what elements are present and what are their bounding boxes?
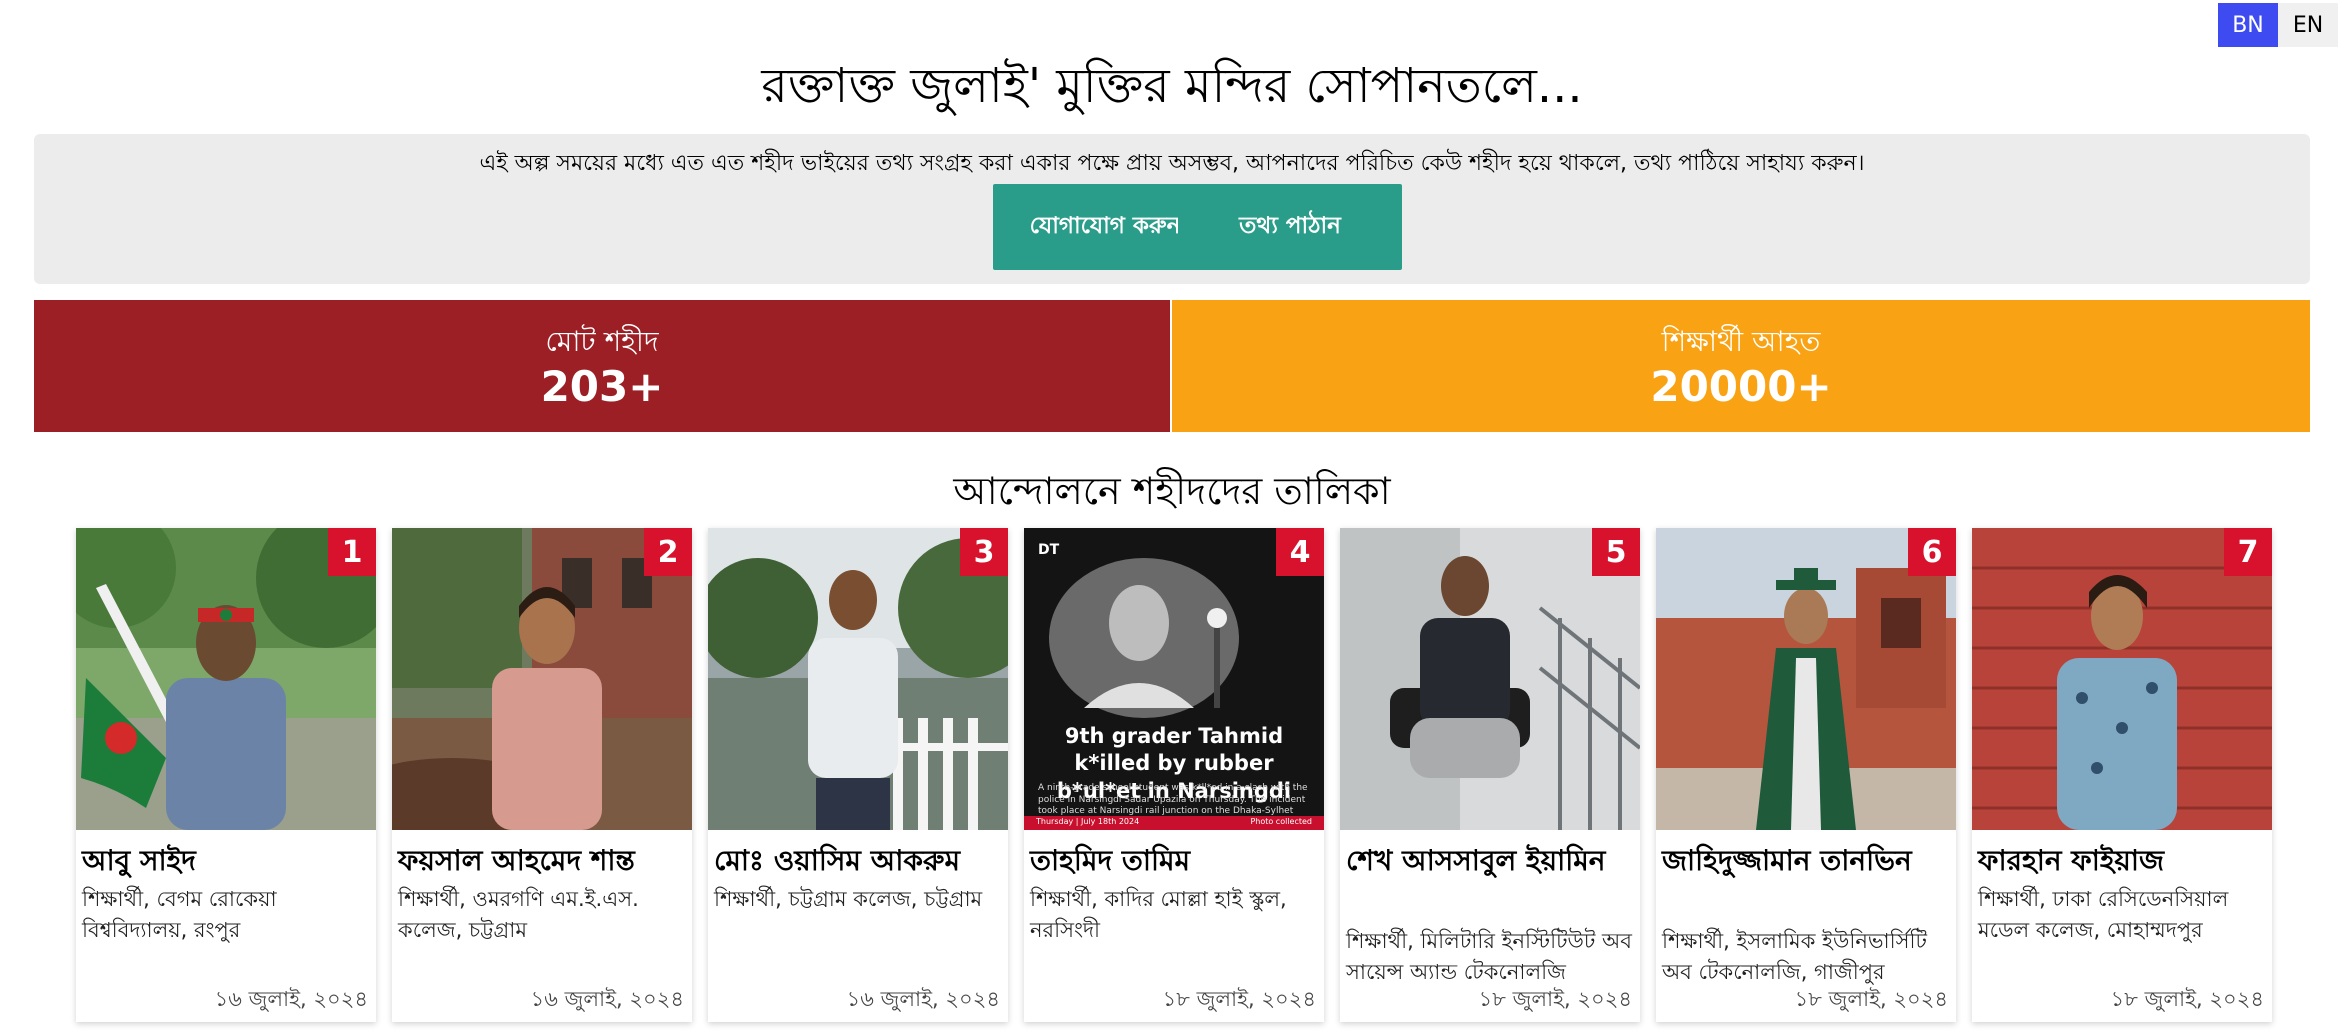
card-number-badge: 6 bbox=[1908, 528, 1956, 576]
language-switch: BN EN bbox=[2218, 3, 2338, 47]
martyr-card[interactable]: 7 ফারহান ফাইয়াজ শিক্ষার্থী, ঢাকা রেসিডে… bbox=[1972, 528, 2272, 1022]
martyr-description: শিক্ষার্থী, মিলিটারি ইনস্টিটিউট অব সায়ে… bbox=[1346, 929, 1632, 985]
info-box: এই অল্প সময়ের মধ্যে এত এত শহীদ ভাইয়ের … bbox=[34, 134, 2310, 284]
card-number-badge: 7 bbox=[2224, 528, 2272, 576]
martyr-date: ১৮ জুলাই, ২০২৪ bbox=[1478, 987, 1632, 1011]
info-text: এই অল্প সময়ের মধ্যে এত এত শহীদ ভাইয়ের … bbox=[479, 151, 1865, 176]
martyr-name: তাহমিদ তামিম bbox=[1030, 844, 1191, 877]
news-footer-credit: Photo collected bbox=[1250, 817, 1312, 826]
martyr-date: ১৬ জুলাই, ২০২৪ bbox=[214, 987, 368, 1011]
send-info-button[interactable]: তথ্য পাঠান bbox=[1178, 184, 1402, 270]
injured-stat: শিক্ষার্থী আহত 20000+ bbox=[1172, 300, 2310, 432]
martyr-date: ১৮ জুলাই, ২০২৪ bbox=[1794, 987, 1948, 1011]
martyr-date: ১৬ জুলাই, ২০২৪ bbox=[530, 987, 684, 1011]
martyr-photo: 1 bbox=[76, 528, 376, 830]
martyr-name: শেখ আসসাবুল ইয়ামিন bbox=[1346, 844, 1606, 877]
martyr-photo: 7 bbox=[1972, 528, 2272, 830]
lang-en-button[interactable]: EN bbox=[2278, 3, 2338, 47]
martyr-date: ১৮ জুলাই, ২০২৪ bbox=[1162, 987, 1316, 1011]
martyr-description: শিক্ষার্থী, ওমরগণি এম.ই.এস. কলেজ, চট্টগ্… bbox=[398, 887, 639, 943]
martyr-photo: 6 bbox=[1656, 528, 1956, 830]
news-logo: DT bbox=[1038, 542, 1060, 558]
martyr-card[interactable]: 2 ফয়সাল আহমেদ শান্ত শিক্ষার্থী, ওমরগণি … bbox=[392, 528, 692, 1022]
martyr-date: ১৮ জুলাই, ২০২৪ bbox=[2110, 987, 2264, 1011]
martyr-card[interactable]: 6 জাহিদুজ্জামান তানভিন শিক্ষার্থী, ইসলাম… bbox=[1656, 528, 1956, 1022]
news-footer-bar: Thursday | July 18th 2024 Photo collecte… bbox=[1024, 816, 1324, 830]
card-number-badge: 2 bbox=[644, 528, 692, 576]
martyr-name: মোঃ ওয়াসিম আকরুম bbox=[714, 844, 961, 877]
injured-label: শিক্ষার্থী আহত bbox=[1661, 325, 1821, 358]
martyr-description: শিক্ষার্থী, বেগম রোকেয়া বিশ্ববিদ্যালয়,… bbox=[82, 887, 277, 943]
page-title: রক্তাক্ত জুলাই' মুক্তির মন্দির সোপানতলে.… bbox=[761, 58, 1583, 114]
martyr-date: ১৬ জুলাই, ২০২৪ bbox=[846, 987, 1000, 1011]
martyr-photo: 2 bbox=[392, 528, 692, 830]
martyr-photo: 5 bbox=[1340, 528, 1640, 830]
martyr-description: শিক্ষার্থী, ইসলামিক ইউনিভার্সিটি অব টেকন… bbox=[1662, 929, 1927, 985]
martyr-name: ফারহান ফাইয়াজ bbox=[1978, 844, 2165, 877]
martyr-name: জাহিদুজ্জামান তানভিন bbox=[1662, 844, 1912, 877]
lang-bn-button[interactable]: BN bbox=[2218, 3, 2278, 47]
card-number-badge: 3 bbox=[960, 528, 1008, 576]
martyr-card[interactable]: 3 মোঃ ওয়াসিম আকরুম শিক্ষার্থী, চট্টগ্রা… bbox=[708, 528, 1008, 1022]
martyr-name: ফয়সাল আহমেদ শান্ত bbox=[398, 844, 635, 877]
card-number-badge: 1 bbox=[328, 528, 376, 576]
card-number-badge: 4 bbox=[1276, 528, 1324, 576]
martyrs-label: মোট শহীদ bbox=[545, 325, 659, 358]
martyr-card[interactable]: 5 শেখ আসসাবুল ইয়ামিন শিক্ষার্থী, মিলিটা… bbox=[1340, 528, 1640, 1022]
martyrs-value: 203+ bbox=[540, 362, 664, 411]
martyr-photo: 3 bbox=[708, 528, 1008, 830]
martyr-description: শিক্ষার্থী, ঢাকা রেসিডেনসিয়াল মডেল কলেজ… bbox=[1978, 887, 2229, 943]
section-title: আন্দোলনে শহীদদের তালিকা bbox=[953, 469, 1391, 513]
martyr-description: শিক্ষার্থী, চট্টগ্রাম কলেজ, চট্টগ্রাম bbox=[714, 887, 983, 911]
news-footer-date: Thursday | July 18th 2024 bbox=[1036, 817, 1140, 826]
martyr-card[interactable]: 1 আবু সাইদ শিক্ষার্থী, বেগম রোকেয়া বিশ্… bbox=[76, 528, 376, 1022]
martyrs-stat: মোট শহীদ 203+ bbox=[34, 300, 1170, 432]
martyr-photo: DT 9th grader Tahmid k*illed by rubber b… bbox=[1024, 528, 1324, 830]
injured-value: 20000+ bbox=[1650, 362, 1832, 411]
martyr-card[interactable]: DT 9th grader Tahmid k*illed by rubber b… bbox=[1024, 528, 1324, 1022]
martyr-description: শিক্ষার্থী, কাদির মোল্লা হাই স্কুল, নরসি… bbox=[1030, 887, 1287, 943]
martyr-name: আবু সাইদ bbox=[82, 844, 196, 877]
card-number-badge: 5 bbox=[1592, 528, 1640, 576]
